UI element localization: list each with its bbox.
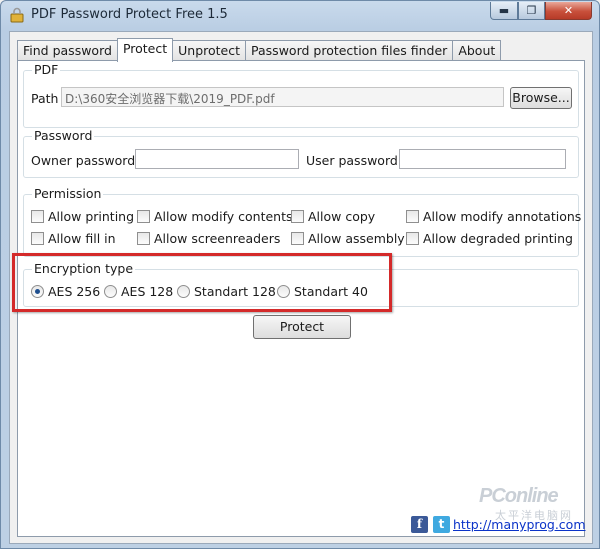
checkbox-label: Allow degraded printing <box>423 231 573 246</box>
allow-screenreaders-checkbox[interactable]: Allow screenreaders <box>137 231 280 246</box>
checkbox-box <box>31 232 44 245</box>
close-icon: ✕ <box>563 4 574 17</box>
allow-printing-checkbox[interactable]: Allow printing <box>31 209 134 224</box>
allow-assembly-checkbox[interactable]: Allow assembly <box>291 231 405 246</box>
checkbox-label: Allow copy <box>308 209 376 224</box>
app-window: PDF Password Protect Free 1.5 ▬ ❐ ✕ Find… <box>0 0 600 549</box>
checkbox-label: Allow assembly <box>308 231 405 246</box>
tab-find-password[interactable]: Find password <box>17 40 118 61</box>
annotation-highlight-box <box>12 253 392 312</box>
window-title: PDF Password Protect Free 1.5 <box>31 7 228 22</box>
lock-app-icon <box>10 7 24 23</box>
checkbox-label: Allow fill in <box>48 231 116 246</box>
checkbox-box <box>137 232 150 245</box>
checkbox-box <box>406 232 419 245</box>
tab-protect[interactable]: Protect <box>116 38 174 62</box>
allow-modify-annotations-checkbox[interactable]: Allow modify annotations <box>406 209 581 224</box>
checkbox-label: Allow screenreaders <box>154 231 281 246</box>
tab-unprotect[interactable]: Unprotect <box>172 40 247 61</box>
path-label: Path <box>31 91 59 106</box>
watermark-brand: PConline <box>479 485 559 507</box>
pdf-group: PDF Path D:\360安全浏览器下载\2019_PDF.pdf Brow… <box>23 62 579 128</box>
allow-copy-checkbox[interactable]: Allow copy <box>291 209 375 224</box>
password-group-title: Password <box>32 128 95 143</box>
owner-password-field[interactable] <box>135 149 299 169</box>
close-button[interactable]: ✕ <box>545 2 592 20</box>
checkbox-label: Allow modify contents <box>154 209 293 224</box>
allow-fill-in-checkbox[interactable]: Allow fill in <box>31 231 116 246</box>
user-password-label: User password <box>306 153 398 168</box>
checkbox-box <box>406 210 419 223</box>
user-password-field[interactable] <box>399 149 566 169</box>
permission-group-title: Permission <box>32 186 104 201</box>
checkbox-label: Allow printing <box>48 209 135 224</box>
maximize-button[interactable]: ❐ <box>518 2 545 20</box>
tab-files-finder[interactable]: Password protection files finder <box>245 40 454 61</box>
title-bar[interactable]: PDF Password Protect Free 1.5 ▬ ❐ ✕ <box>1 1 599 29</box>
website-link[interactable]: http://manyprog.com <box>453 517 586 532</box>
path-field[interactable]: D:\360安全浏览器下载\2019_PDF.pdf <box>61 87 504 107</box>
maximize-icon: ❐ <box>526 4 537 17</box>
facebook-icon[interactable]: f <box>411 516 428 533</box>
minimize-icon: ▬ <box>498 4 510 17</box>
checkbox-box <box>137 210 150 223</box>
password-group: Password Owner password User password <box>23 128 579 178</box>
permission-group: Permission Allow printing Allow modify c… <box>23 186 581 257</box>
browse-button[interactable]: Browse... <box>510 87 572 109</box>
owner-password-label: Owner password <box>31 153 136 168</box>
minimize-button[interactable]: ▬ <box>490 2 518 20</box>
twitter-icon[interactable]: t <box>433 516 450 533</box>
checkbox-box <box>31 210 44 223</box>
pdf-group-title: PDF <box>32 62 61 77</box>
checkbox-label: Allow modify annotations <box>423 209 582 224</box>
checkbox-box <box>291 210 304 223</box>
checkbox-box <box>291 232 304 245</box>
protect-button[interactable]: Protect <box>253 315 351 339</box>
tab-about[interactable]: About <box>452 40 502 61</box>
allow-degraded-printing-checkbox[interactable]: Allow degraded printing <box>406 231 573 246</box>
tab-strip: Find password Protect Unprotect Password… <box>17 38 502 62</box>
allow-modify-contents-checkbox[interactable]: Allow modify contents <box>137 209 293 224</box>
